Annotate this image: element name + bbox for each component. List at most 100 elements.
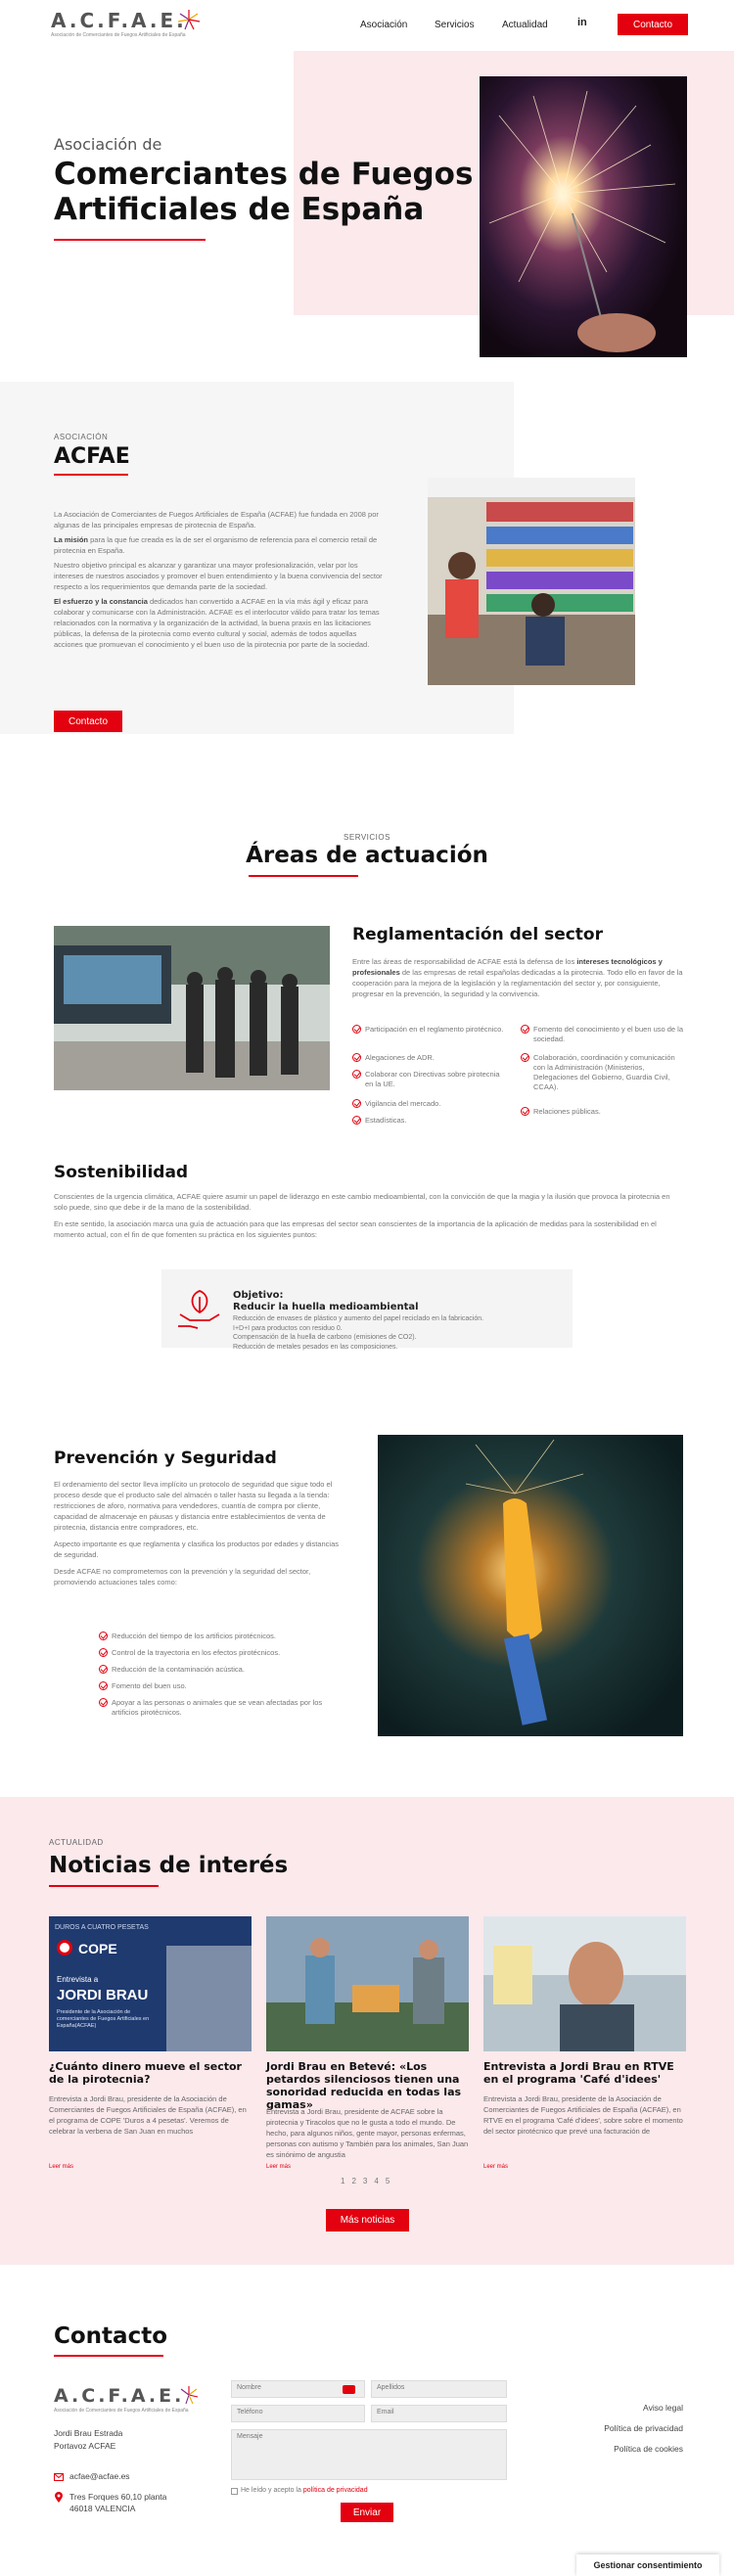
nav-servicios[interactable]: Servicios <box>435 20 475 30</box>
regulation-item-left-2: Alegaciones de ADR. <box>352 1053 509 1063</box>
check-icon <box>99 1665 108 1674</box>
page-1[interactable]: 1 <box>341 2177 344 2185</box>
objective-line-1: Reducción de envases de plástico y aumen… <box>233 1315 484 1322</box>
check-icon <box>352 1053 361 1062</box>
regulation-item-right-1: Fomento del conocimiento y el buen uso d… <box>521 1025 687 1044</box>
services-underline <box>249 875 358 877</box>
prevention-paragraph-3: Desde ACFAE no comprometemos con la prev… <box>54 1567 311 1587</box>
page-3[interactable]: 3 <box>363 2177 367 2185</box>
news-card-1-text: Entrevista a Jordi Brau, presidente de l… <box>49 2094 247 2136</box>
check-icon <box>99 1681 108 1690</box>
phone-field[interactable]: Teléfono <box>231 2405 365 2422</box>
privacy-label: He leído y acepto la política de privaci… <box>241 2487 368 2494</box>
sustainability-paragraph-1: Conscientes de la urgencia climática, AC… <box>54 1192 670 1212</box>
cookies-policy-link[interactable]: Política de cookies <box>548 2439 683 2460</box>
autofill-icon <box>343 2385 355 2394</box>
regulation-text-a: Entre las áreas de responsabilidad de AC… <box>352 957 577 966</box>
page-5[interactable]: 5 <box>386 2177 390 2185</box>
site-header: A.C.F.A.E. Asociación de Comerciantes de… <box>0 0 734 49</box>
submit-button[interactable]: Enviar <box>341 2503 393 2522</box>
news-card-3-more[interactable]: Leer más <box>483 2164 508 2170</box>
check-icon <box>521 1053 529 1062</box>
hero-title-line1: Comerciantes de Fuegos <box>54 157 474 192</box>
check-icon <box>352 1116 361 1125</box>
cope-brand: COPE <box>78 1941 117 1956</box>
about-title: ACFAE <box>54 444 130 469</box>
check-icon <box>99 1632 108 1640</box>
news-label: ACTUALIDAD <box>49 1838 104 1847</box>
nav-asociacion[interactable]: Asociación <box>360 20 407 30</box>
privacy-checkbox[interactable] <box>231 2488 238 2495</box>
cope-logo-icon <box>57 1940 72 1955</box>
regulation-item-right-2: Colaboración, coordinación y comunicació… <box>521 1053 687 1092</box>
check-icon <box>521 1107 529 1116</box>
contact-person: Jordi Brau Estrada Portavoz ACFAE <box>54 2427 122 2453</box>
regulation-text: Entre las áreas de responsabilidad de AC… <box>352 956 685 999</box>
linkedin-icon[interactable]: in <box>577 17 587 28</box>
about-paragraph-1: La Asociación de Comerciantes de Fuegos … <box>54 510 379 529</box>
objective-heading: Objetivo: Reducir la huella medioambient… <box>233 1290 419 1313</box>
message-field[interactable]: Mensaje <box>231 2429 507 2480</box>
about-underline <box>54 474 128 476</box>
cookie-consent-button[interactable]: Gestionar consentimiento <box>576 2554 719 2576</box>
last-name-field[interactable]: Apellidos <box>371 2380 507 2398</box>
news-card-2-text: Entrevista a Jordi Brau, presidente de A… <box>266 2107 469 2159</box>
news-card-1-image[interactable]: DUROS A CUATRO PESETAS COPE Entrevista a… <box>49 1916 252 2051</box>
cope-interview-line: Entrevista a <box>57 1975 99 1984</box>
objective-label: Objetivo: <box>233 1290 284 1301</box>
prevention-item-5: Apoyar a las personas o animales que se … <box>99 1698 344 1718</box>
regulation-item-left-5: Estadísticas. <box>352 1116 509 1126</box>
hero-title-line2: Artificiales de España <box>54 192 425 227</box>
page-4[interactable]: 4 <box>374 2177 378 2185</box>
hero-kicker: Asociación de <box>54 135 162 154</box>
check-icon <box>352 1070 361 1079</box>
hero-title: Comerciantes de Fuegos Artificiales de E… <box>54 157 473 227</box>
regulation-queue-image <box>54 926 330 1090</box>
objective-list: Reducción de envases de plástico y aumen… <box>233 1314 566 1352</box>
services-title: Áreas de actuación <box>246 843 488 868</box>
news-card-3-image[interactable] <box>483 1916 686 2051</box>
check-icon <box>99 1698 108 1707</box>
about-contact-button[interactable]: Contacto <box>54 711 122 732</box>
page-2[interactable]: 2 <box>351 2177 355 2185</box>
header-contact-button[interactable]: Contacto <box>618 14 688 35</box>
check-icon <box>99 1648 108 1657</box>
privacy-policy-link[interactable]: Política de privacidad <box>548 2418 683 2439</box>
news-underline <box>49 1885 159 1887</box>
regulation-item-left-3: Colaborar con Directivas sobre pirotecni… <box>352 1070 509 1089</box>
news-card-2-more[interactable]: Leer más <box>266 2164 291 2170</box>
services-label: SERVICIOS <box>344 833 390 842</box>
legal-notice-link[interactable]: Aviso legal <box>548 2398 683 2418</box>
nav-actualidad[interactable]: Actualidad <box>502 20 548 30</box>
contact-person-name: Jordi Brau Estrada <box>54 2428 123 2438</box>
more-news-button[interactable]: Más noticias <box>326 2209 409 2231</box>
location-pin-icon <box>55 2492 63 2503</box>
contact-person-role: Portavoz ACFAE <box>54 2441 116 2451</box>
check-icon <box>352 1025 361 1034</box>
logo[interactable]: A.C.F.A.E. <box>51 9 187 32</box>
prevention-sparkler-image <box>378 1435 683 1736</box>
hero-underline <box>54 239 206 241</box>
email-icon <box>54 2473 64 2481</box>
about-label: ASOCIACIÓN <box>54 433 109 441</box>
contact-address-line-1: Tres Forques 60,10 planta <box>69 2492 167 2502</box>
cope-name: JORDI BRAU <box>57 1987 149 2003</box>
objective-line-4: Reducción de metales pesados en las comp… <box>233 1343 398 1351</box>
objective-title: Reducir la huella medioambiental <box>233 1302 419 1312</box>
news-card-2-title[interactable]: Jordi Brau en Betevé: «Los petardos sile… <box>266 2060 469 2111</box>
contact-logo-subtitle: Asociación de Comerciantes de Fuegos Art… <box>54 2408 189 2414</box>
news-card-1-title[interactable]: ¿Cuánto dinero mueve el sector de la pir… <box>49 2060 252 2086</box>
contact-email[interactable]: acfae@acfae.es <box>69 2471 130 2481</box>
regulation-item-left-1: Participación en el reglamento pirotécni… <box>352 1025 509 1035</box>
objective-line-3: Compensación de la huella de carbono (em… <box>233 1334 417 1341</box>
legal-links: Aviso legal Política de privacidad Polít… <box>548 2398 683 2460</box>
regulation-item-left-4: Vigilancia del mercado. <box>352 1099 509 1109</box>
about-mission-strong: La misión <box>54 535 89 544</box>
news-card-1-more[interactable]: Leer más <box>49 2164 73 2170</box>
contact-title: Contacto <box>54 2323 167 2349</box>
email-field[interactable]: Email <box>371 2405 507 2422</box>
privacy-link[interactable]: política de privacidad <box>303 2487 368 2494</box>
news-card-2-image[interactable] <box>266 1916 469 2051</box>
news-card-3-title[interactable]: Entrevista a Jordi Brau en RTVE en el pr… <box>483 2060 686 2086</box>
about-text: La Asociación de Comerciantes de Fuegos … <box>54 509 387 650</box>
